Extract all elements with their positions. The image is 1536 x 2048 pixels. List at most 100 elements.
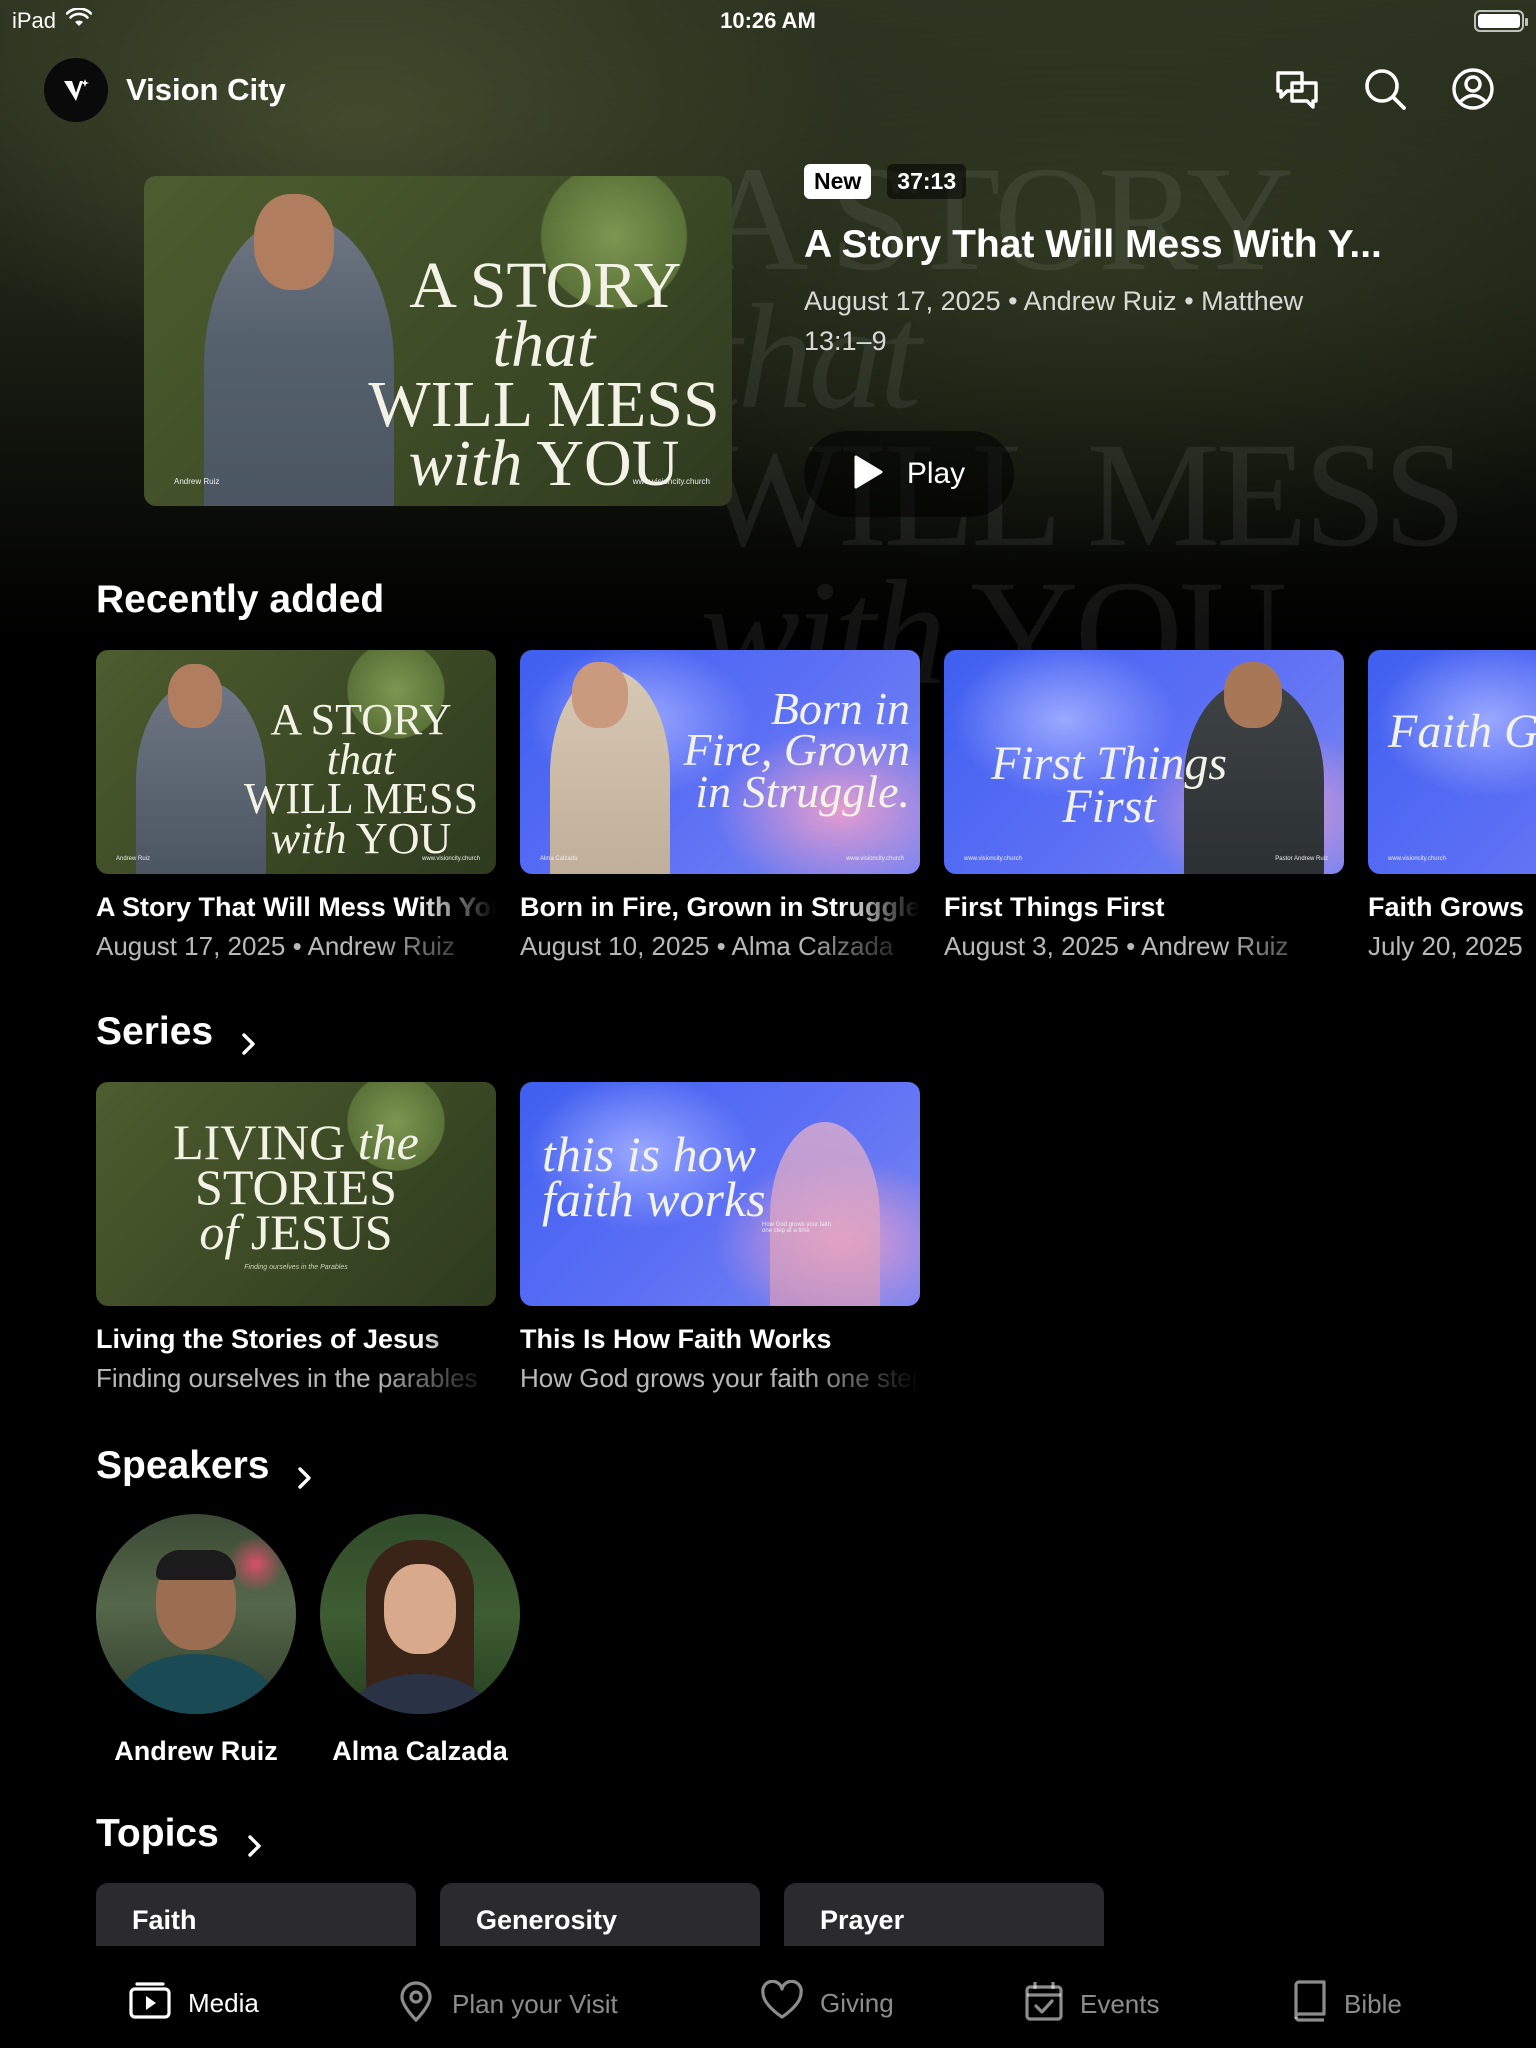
- media-card-thumbnail: Born in Fire, Grown in Struggle. Alma Ca…: [520, 650, 920, 874]
- media-card-title: First Things First: [944, 892, 1165, 922]
- thumb-speaker-credit: Alma Calzada: [540, 856, 578, 862]
- media-card[interactable]: Born in Fire, Grown in Struggle. Alma Ca…: [520, 650, 920, 962]
- hero-info: New 37:13 A Story That Will Mess With Y.…: [804, 164, 1494, 361]
- media-card-title: Faith Grows: [1368, 892, 1525, 922]
- media-card-thumbnail: Faith Grows When Yo www.visioncity.churc…: [1368, 650, 1536, 874]
- series-card-thumbnail: LIVING the STORIES of JESUS Finding oursel…: [96, 1082, 496, 1306]
- tab-label: Bible: [1344, 1989, 1402, 2019]
- location-pin-icon: [396, 1980, 436, 2029]
- media-card-title: Born in Fire, Grown in Struggle: [520, 892, 920, 922]
- duration-badge: 37:13: [887, 164, 967, 199]
- speaker-face: [1224, 662, 1282, 728]
- thumb-site-credit: www.visioncity.church: [846, 856, 904, 862]
- status-bar: iPad 10:26 AM: [0, 0, 1536, 40]
- series-thumb-subtitle: Finding ourselves in the Parables: [244, 1264, 348, 1271]
- tab-label: Events: [1080, 1989, 1160, 2019]
- heart-icon: [760, 1979, 804, 2027]
- worshipper-photo: [770, 1122, 880, 1306]
- series-card-subtitle: Finding ourselves in the parables: [96, 1363, 478, 1393]
- play-button[interactable]: Play: [804, 431, 1014, 517]
- tab-plan-your-visit[interactable]: Plan your Visit: [396, 1980, 618, 2029]
- tab-bible[interactable]: Bible: [1290, 1980, 1402, 2029]
- hero-thumb-title: A STORY that WILL MESS with YOU: [368, 249, 720, 501]
- media-card[interactable]: Faith Grows When Yo www.visioncity.churc…: [1368, 650, 1536, 962]
- media-card-thumbnail: First Things First www.visioncity.church…: [944, 650, 1344, 874]
- top-nav: Vision City: [0, 56, 1536, 124]
- speaker-item[interactable]: Andrew Ruiz: [96, 1514, 296, 1767]
- thumb-site-credit: www.visioncity.church: [964, 856, 1022, 862]
- tab-label: Giving: [820, 1988, 894, 2018]
- card-thumb-title: this is how faith works: [542, 1126, 766, 1227]
- media-card-subtitle: August 10, 2025 • Alma Calzada: [520, 931, 894, 961]
- status-time: 10:26 AM: [720, 8, 816, 33]
- app-name: Vision City: [126, 72, 286, 107]
- speakers-header[interactable]: Speakers: [96, 1444, 315, 1489]
- play-icon: [853, 455, 883, 494]
- account-icon[interactable]: [1450, 66, 1496, 112]
- chevron-right-icon: [245, 1824, 265, 1857]
- thumb-speaker-credit: Andrew Ruiz: [174, 477, 220, 486]
- speaker-face: [168, 664, 222, 728]
- card-thumb-title: LIVING the STORIES of JESUS: [173, 1114, 419, 1260]
- series-card-subtitle: How God grows your faith one step at a t…: [520, 1363, 920, 1393]
- series-card-title: This Is How Faith Works: [520, 1324, 832, 1354]
- tab-bar: Media Plan your Visit Giving Events Bibl…: [0, 1946, 1536, 2048]
- thumb-site-credit: www.visioncity.church: [632, 477, 710, 486]
- topic-chip[interactable]: Faith: [96, 1883, 416, 1955]
- brand[interactable]: Vision City: [44, 58, 286, 122]
- tab-label: Media: [188, 1988, 259, 2018]
- avatar: [320, 1514, 520, 1714]
- card-thumb-title: Faith Grows When Yo: [1388, 705, 1536, 758]
- chevron-right-icon: [295, 1456, 315, 1489]
- thumb-speaker-credit: Andrew Ruiz: [116, 856, 151, 862]
- battery-icon: [1474, 10, 1528, 32]
- book-icon: [1290, 1980, 1328, 2029]
- topic-chip[interactable]: Prayer: [784, 1883, 1104, 1955]
- tab-label: Plan your Visit: [452, 1989, 618, 2019]
- speaker-item[interactable]: Alma Calzada: [320, 1514, 520, 1767]
- media-card-subtitle: July 20, 2025: [1368, 931, 1523, 961]
- hero-title[interactable]: A Story That Will Mess With Y...: [804, 223, 1494, 267]
- media-card-subtitle: August 3, 2025 • Andrew Ruiz: [944, 931, 1289, 961]
- series-thumb-subtitle: How God grows your faith one step at a t…: [762, 1222, 832, 1234]
- chevron-right-icon: [239, 1022, 259, 1055]
- speakers-title: Speakers: [96, 1444, 270, 1487]
- tab-media[interactable]: Media: [128, 1980, 259, 2027]
- media-card-title: A Story That Will Mess With You: [96, 892, 496, 922]
- hero-thumbnail[interactable]: A STORY that WILL MESS with YOU Andrew R…: [144, 176, 732, 506]
- topic-chip[interactable]: Generosity: [440, 1883, 760, 1955]
- search-icon[interactable]: [1362, 66, 1408, 112]
- series-header[interactable]: Series: [96, 1010, 259, 1055]
- series-card[interactable]: LIVING the STORIES of JESUS Finding oursel…: [96, 1082, 496, 1394]
- card-thumb-title: A STORY that WILL MESS with YOU: [243, 695, 479, 863]
- speaker-name: Andrew Ruiz: [114, 1736, 278, 1766]
- media-icon: [128, 1980, 172, 2027]
- media-card[interactable]: A STORY that WILL MESS with YOU Andrew Rui…: [96, 650, 496, 962]
- recently-added-title: Recently added: [96, 578, 385, 621]
- hero-meta: August 17, 2025 • Andrew Ruiz • Matthew …: [804, 286, 1304, 356]
- media-card-thumbnail: A STORY that WILL MESS with YOU Andrew Rui…: [96, 650, 496, 874]
- chat-icon[interactable]: [1274, 66, 1320, 112]
- tab-events[interactable]: Events: [1024, 1980, 1160, 2029]
- topics-header[interactable]: Topics: [96, 1812, 265, 1857]
- calendar-check-icon: [1024, 1980, 1064, 2029]
- topics-title: Topics: [96, 1812, 219, 1855]
- vision-city-logo: [44, 58, 108, 122]
- new-badge: New: [804, 164, 872, 199]
- thumb-site-credit: www.visioncity.church: [422, 856, 480, 862]
- speaker-face: [254, 194, 334, 290]
- thumb-site-credit: www.visioncity.church: [1388, 856, 1446, 862]
- series-card[interactable]: this is how faith works How God grows yo…: [520, 1082, 920, 1394]
- media-card-subtitle: August 17, 2025 • Andrew Ruiz: [96, 931, 455, 961]
- series-card-thumbnail: this is how faith works How God grows yo…: [520, 1082, 920, 1306]
- media-card[interactable]: First Things First www.visioncity.church…: [944, 650, 1344, 962]
- tab-giving[interactable]: Giving: [760, 1979, 894, 2027]
- series-title: Series: [96, 1010, 214, 1053]
- avatar: [96, 1514, 296, 1714]
- speaker-face: [572, 662, 628, 728]
- series-card-title: Living the Stories of Jesus: [96, 1324, 440, 1354]
- card-thumb-title: First Things First: [990, 737, 1228, 834]
- thumb-speaker-credit: Pastor Andrew Ruiz: [1275, 856, 1328, 862]
- speaker-name: Alma Calzada: [332, 1736, 508, 1766]
- play-label: Play: [906, 457, 966, 490]
